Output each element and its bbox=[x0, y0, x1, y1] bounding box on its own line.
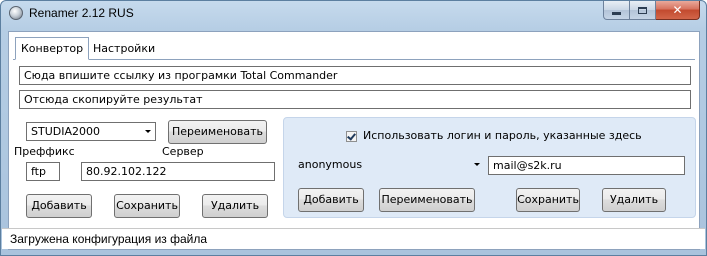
maximize-button[interactable] bbox=[630, 1, 656, 20]
title-bar[interactable]: Renamer 2.12 RUS ✕ bbox=[1, 1, 706, 27]
delete-config-button[interactable]: Удалить bbox=[202, 194, 268, 218]
status-bar: Загружена конфигурация из файла bbox=[2, 228, 705, 249]
login-select-value: anonymous bbox=[298, 158, 363, 171]
save-login-button[interactable]: Сохранить bbox=[516, 188, 580, 212]
tab-settings[interactable]: Настройки bbox=[88, 38, 160, 59]
server-label: Сервер bbox=[162, 145, 204, 158]
config-select[interactable]: STUDIA2000 bbox=[26, 122, 156, 141]
main-panel: Конвертор Настройки Сюда впишите ссылку … bbox=[8, 31, 700, 250]
add-config-button[interactable]: Добавить bbox=[26, 194, 92, 218]
checkmark-icon bbox=[347, 131, 356, 141]
input-link-field[interactable]: Сюда впишите ссылку из програмки Total C… bbox=[19, 66, 691, 85]
caption-buttons: ✕ bbox=[603, 1, 700, 20]
prefix-label: Преффикс bbox=[14, 145, 75, 158]
rename-config-button[interactable]: Переименовать bbox=[168, 120, 267, 144]
config-select-value: STUDIA2000 bbox=[31, 125, 100, 138]
server-field[interactable]: 80.92.102.122 bbox=[81, 162, 275, 181]
password-field[interactable]: mail@s2k.ru bbox=[488, 156, 685, 175]
rename-login-button[interactable]: Переименовать bbox=[379, 188, 475, 212]
prefix-field[interactable]: ftp bbox=[26, 162, 60, 181]
use-credentials-checkbox[interactable] bbox=[346, 131, 357, 142]
maximize-icon bbox=[638, 6, 647, 14]
app-icon[interactable] bbox=[9, 6, 23, 20]
app-window: Renamer 2.12 RUS ✕ Конвертор Настройки С… bbox=[0, 0, 707, 256]
login-group: Использовать логин и пароль, указанные з… bbox=[283, 117, 696, 218]
close-button[interactable]: ✕ bbox=[656, 1, 700, 20]
output-result-field[interactable]: Отсюда скопируйте результат bbox=[19, 90, 691, 109]
minimize-icon bbox=[612, 11, 621, 15]
chevron-down-icon[interactable] bbox=[470, 156, 484, 173]
add-login-button[interactable]: Добавить bbox=[298, 188, 364, 212]
close-icon: ✕ bbox=[672, 3, 683, 17]
tab-converter[interactable]: Конвертор bbox=[15, 37, 90, 60]
tab-panel-border bbox=[13, 59, 695, 61]
save-config-button[interactable]: Сохранить bbox=[114, 194, 180, 218]
window-title: Renamer 2.12 RUS bbox=[29, 6, 134, 20]
chevron-down-icon[interactable] bbox=[141, 123, 155, 140]
delete-login-button[interactable]: Удалить bbox=[602, 188, 666, 212]
use-credentials-label[interactable]: Использовать логин и пароль, указанные з… bbox=[363, 129, 642, 142]
status-text: Загружена конфигурация из файла bbox=[10, 232, 208, 246]
minimize-button[interactable] bbox=[603, 1, 630, 20]
login-select[interactable]: anonymous bbox=[294, 156, 484, 175]
